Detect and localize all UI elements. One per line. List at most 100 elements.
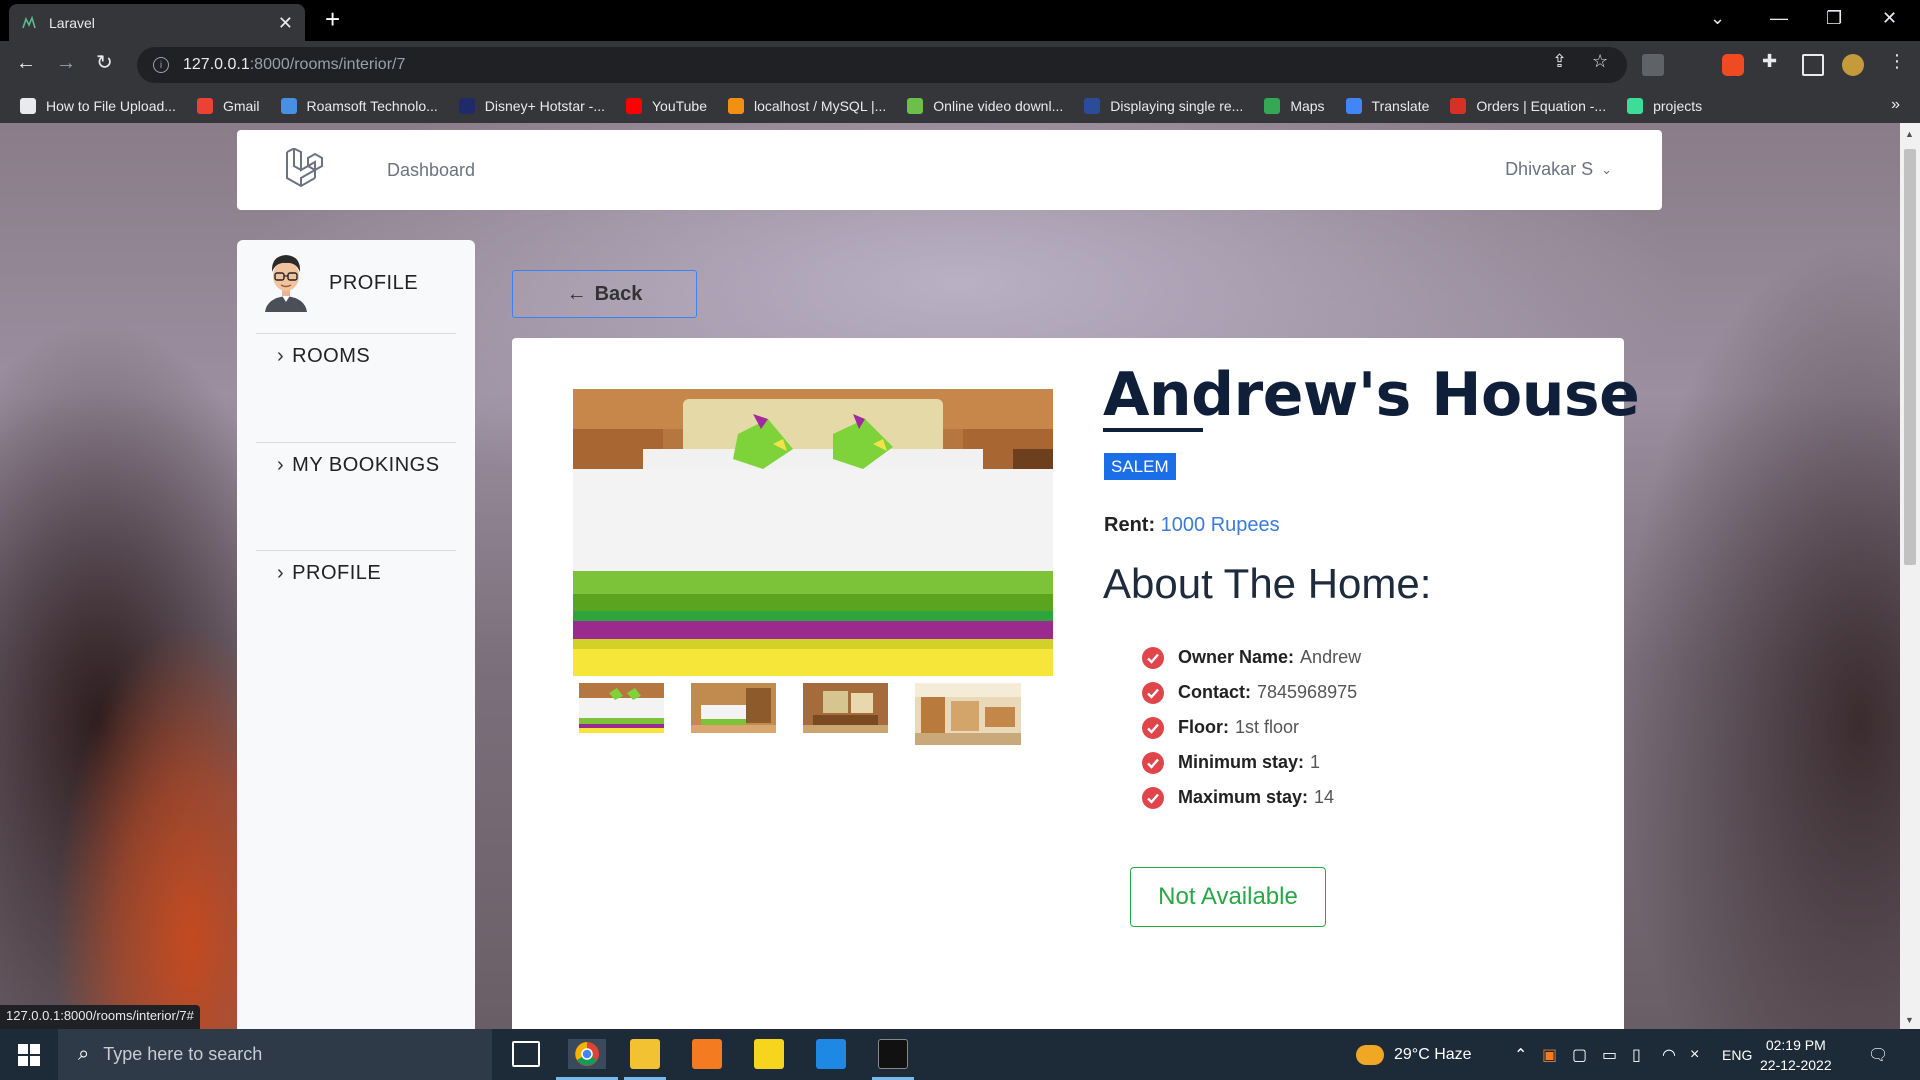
windows-start-icon[interactable] [18,1044,40,1071]
bookmark-label: Maps [1290,98,1325,114]
user-name: Dhivakar S [1505,159,1594,179]
back-button[interactable]: ← Back [512,270,697,318]
scroll-down-icon[interactable]: ▼ [1905,1015,1914,1025]
laravel-logo-icon[interactable] [284,147,330,197]
page-scrollbar[interactable]: ▲ ▼ [1900,123,1920,1029]
room-title: Andrew's House [1103,360,1640,430]
xampp-icon[interactable] [692,1039,722,1069]
bookmark-label: Orders | Equation -... [1476,98,1607,114]
bookmark-item[interactable]: Translate [1345,98,1429,114]
check-circle-icon [1142,716,1164,739]
room-thumbnail[interactable] [579,683,664,733]
site-info-icon[interactable]: i [153,57,169,73]
tab-search-icon[interactable]: ⌄ [1710,8,1725,29]
scrollbar-thumb[interactable] [1904,149,1916,565]
notifications-icon[interactable]: 🗨 [1868,1029,1888,1080]
back-arrow-icon[interactable]: ← [16,53,36,73]
menu-kebab-icon[interactable]: ⋮ [1888,51,1906,72]
bookmark-item[interactable]: Displaying single re... [1084,98,1243,114]
bookmark-item[interactable]: Disney+ Hotstar -... [458,98,605,114]
chevron-up-icon[interactable]: ⌃ [1514,1029,1527,1080]
bookmark-item[interactable]: localhost / MySQL |... [728,98,886,114]
gmail-icon [196,98,213,114]
new-tab-icon[interactable]: + [325,6,340,32]
top-navbar: Dashboard Dhivakar S ⌄ [237,130,1662,210]
bookmark-star-icon[interactable]: ☆ [1592,51,1608,72]
tray-meet-icon[interactable]: ▢ [1572,1029,1587,1080]
side-panel-icon[interactable] [1802,54,1824,76]
bookmark-item[interactable]: How to File Upload... [20,98,176,114]
availability-button[interactable]: Not Available [1130,867,1326,927]
youtube-icon [625,98,642,114]
room-thumbnail[interactable] [691,683,776,733]
bookmark-item[interactable]: projects [1627,98,1702,114]
file-explorer-icon[interactable] [630,1039,660,1069]
sidebar-item-profile[interactable]: › PROFILE [277,562,381,585]
clock[interactable]: 02:19 PM 22-12-2022 [1760,1035,1832,1075]
window-close-icon[interactable]: ✕ [1882,8,1897,29]
bookmark-item[interactable]: Maps [1264,98,1325,114]
back-label: Back [594,282,643,305]
url-input[interactable]: i 127.0.0.1:8000/rooms/interior/7 [137,47,1627,83]
bookmark-item[interactable]: Orders | Equation -... [1450,98,1606,114]
fact-label: Contact: [1178,682,1251,702]
extensions-puzzle-icon[interactable]: ✚ [1762,51,1777,72]
volume-muted-icon[interactable]: × [1690,1029,1699,1080]
fact-label: Maximum stay: [1178,787,1309,807]
list-item: Owner Name: Andrew [1142,640,1361,675]
bookmark-label: Gmail [222,98,260,114]
search-icon: ⌕ [78,1043,90,1065]
room-thumbnail[interactable] [803,683,888,733]
vscode-icon[interactable] [816,1039,846,1069]
wifi-icon[interactable]: ◠ [1662,1029,1676,1080]
nav-dashboard-link[interactable]: Dashboard [387,160,475,181]
room-main-photo [573,389,1053,676]
tray-xampp-icon[interactable]: ▣ [1542,1029,1557,1080]
bookmark-label: Disney+ Hotstar -... [484,98,605,114]
restore-icon[interactable]: ❐ [1826,8,1842,29]
tray-display-icon[interactable]: ▭ [1602,1029,1617,1080]
hotstar-icon [458,98,475,114]
bookmark-item[interactable]: Online video downl... [907,98,1063,114]
bookmark-item[interactable]: YouTube [625,98,707,114]
laravel-favicon-icon [21,15,37,31]
rent-line: Rent: 1000 Rupees [1104,514,1280,537]
weather-widget[interactable]: 29°C Haze [1356,1029,1472,1080]
chrome-taskbar-icon[interactable] [568,1039,606,1069]
fact-value: 1 [1310,752,1321,772]
bookmark-item[interactable]: Roamsoft Technolo... [280,98,438,114]
scroll-up-icon[interactable]: ▲ [1905,129,1914,139]
room-thumbnail[interactable] [915,683,1021,745]
terminal-icon[interactable] [878,1039,908,1069]
bookmark-item[interactable]: Gmail [196,98,260,114]
profile-avatar-icon[interactable] [1842,54,1864,76]
taskbar-search-input[interactable]: ⌕ Type here to search [58,1029,492,1080]
sidebar-profile-title: PROFILE [329,272,419,294]
browser-tab[interactable]: Laravel ✕ [9,4,305,41]
forward-arrow-icon[interactable]: → [56,53,76,73]
windows-taskbar: ⌕ Type here to search 29°C Haze ⌃ ▣ ▢ ▭ … [0,1029,1920,1080]
rent-label: Rent: [1104,514,1156,536]
sidebar-item-rooms[interactable]: › ROOMS [277,345,370,368]
room-facts-list: Owner Name: Andrew Contact: 7845968975 F… [1142,640,1361,815]
bookmark-label: Roamsoft Technolo... [306,98,438,114]
tab-close-icon[interactable]: ✕ [278,14,293,32]
sidebar: PROFILE › ROOMS › MY BOOKINGS › PROFILE [237,240,475,1030]
sidebar-item-my-bookings[interactable]: › MY BOOKINGS [277,454,440,477]
bookmarks-more-icon[interactable]: » [1891,96,1900,114]
language-indicator[interactable]: ENG [1722,1029,1752,1080]
minimize-icon[interactable]: — [1770,8,1788,29]
cast-icon[interactable] [1642,54,1664,76]
task-view-icon[interactable] [512,1041,540,1067]
chevron-right-icon: › [277,345,285,367]
battery-icon[interactable]: ▯ [1632,1029,1641,1080]
user-menu[interactable]: Dhivakar S ⌄ [1505,159,1612,180]
share-icon[interactable]: ⇪ [1552,51,1567,72]
sidebar-item-label: MY BOOKINGS [292,454,440,476]
address-bar: ← → ↻ i 127.0.0.1:8000/rooms/interior/7 … [0,41,1920,89]
extension-red-icon[interactable] [1722,54,1744,76]
sticky-notes-icon[interactable] [754,1039,784,1069]
reload-icon[interactable]: ↻ [96,53,113,73]
maps-icon [1264,98,1281,114]
url-path: :8000/rooms/interior/7 [249,56,406,73]
